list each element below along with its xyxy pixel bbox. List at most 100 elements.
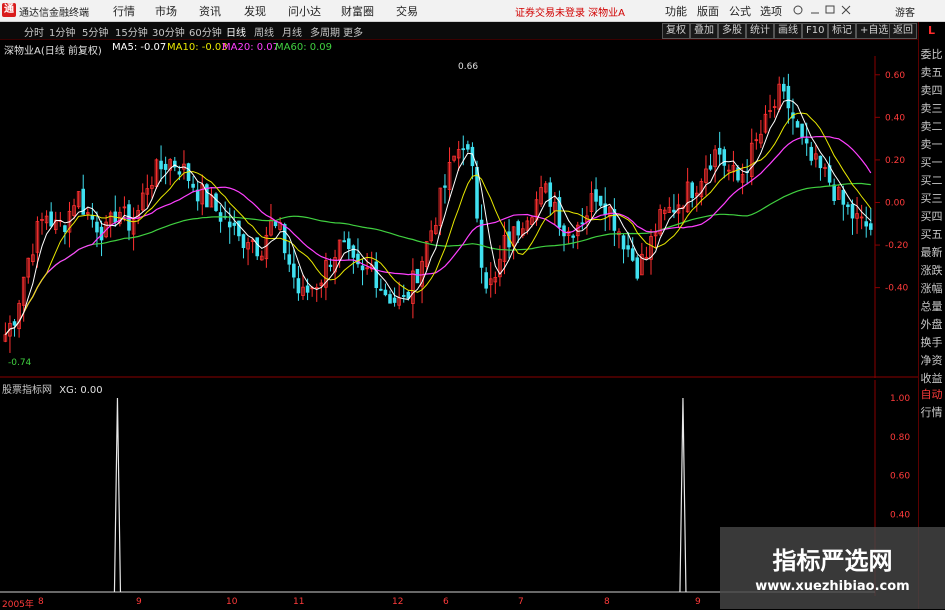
period-intraday[interactable]: 分时 xyxy=(24,24,44,39)
candle-body xyxy=(328,264,333,267)
indicator-tick-label: 1.00 xyxy=(890,394,910,404)
candle-body xyxy=(282,224,287,254)
candle-body xyxy=(594,189,598,202)
menu-news[interactable]: 资讯 xyxy=(199,3,221,19)
ma60-line xyxy=(4,182,871,336)
add-watchlist-button[interactable]: +自选 xyxy=(856,23,893,39)
menu-wealth-circle[interactable]: 财富圈 xyxy=(341,3,374,19)
price-axis: 0.60 0.40 0.20 0.00 -0.20 -0.40 xyxy=(875,71,909,294)
candle-body xyxy=(63,225,67,233)
date-label: 12 xyxy=(392,597,404,607)
candle-body xyxy=(484,272,488,289)
period-multi[interactable]: 多周期 xyxy=(310,24,340,39)
candle-body xyxy=(598,195,603,206)
period-30min[interactable]: 30分钟 xyxy=(152,24,185,39)
draw-line-button[interactable]: 画线 xyxy=(774,23,802,39)
kline-chart[interactable]: 0.60 0.40 0.20 0.00 -0.20 -0.40 0.66 -0.74 xyxy=(0,56,918,378)
f10-button[interactable]: F10 xyxy=(802,23,829,39)
watermark-title: 指标严选网 xyxy=(772,547,893,575)
period-daily[interactable]: 日线 xyxy=(226,24,246,39)
maximize-icon[interactable] xyxy=(825,5,835,14)
menu-discover[interactable]: 发现 xyxy=(244,3,266,19)
menu-market[interactable]: 市场 xyxy=(155,3,177,19)
menu-functions[interactable]: 功能 xyxy=(665,3,687,19)
panel-item-ask2: 卖二 xyxy=(920,120,943,133)
multi-stock-button[interactable]: 多股 xyxy=(718,23,746,39)
menu-ask-assistant[interactable]: 问小达 xyxy=(288,3,321,19)
candle-body xyxy=(342,240,346,243)
price-tick-label: -0.40 xyxy=(885,284,909,294)
signal-spike xyxy=(679,397,687,593)
period-5min[interactable]: 5分钟 xyxy=(82,24,108,39)
menu-layout[interactable]: 版面 xyxy=(697,3,719,19)
candles xyxy=(3,73,873,353)
panel-item-change: 涨跌 xyxy=(920,264,943,277)
candle-body xyxy=(360,265,365,271)
candle-body xyxy=(95,221,99,233)
panel-item-bid4: 买四 xyxy=(920,210,943,223)
mark-button[interactable]: 标记 xyxy=(828,23,856,39)
period-60min[interactable]: 60分钟 xyxy=(189,24,222,39)
candle-body xyxy=(177,171,182,175)
candle-body xyxy=(635,257,640,279)
signal-spike xyxy=(113,397,122,593)
watermark-url: www.xuezhibiao.com xyxy=(755,579,910,594)
period-15min[interactable]: 15分钟 xyxy=(115,24,148,39)
candle-body xyxy=(49,211,53,227)
overlay-button[interactable]: 叠加 xyxy=(690,23,718,39)
user-label[interactable]: 游客 xyxy=(895,4,915,19)
price-tick-label: 0.20 xyxy=(885,156,905,166)
date-label: 11 xyxy=(293,597,305,607)
candle-body xyxy=(347,238,351,250)
period-1min[interactable]: 1分钟 xyxy=(49,24,75,39)
panel-item-quotes[interactable]: 行情 xyxy=(918,404,945,422)
candle-body xyxy=(630,248,635,261)
panel-item-commission-ratio: 委比 xyxy=(920,48,943,61)
stock-title[interactable]: 深物业A(日线 前复权) xyxy=(4,42,102,57)
candle-body xyxy=(869,223,873,230)
watermark: 指标严选网 www.xuezhibiao.com xyxy=(720,527,945,609)
menu-formula[interactable]: 公式 xyxy=(729,3,751,19)
panel-item-bid3: 买三 xyxy=(920,192,943,205)
candle-body xyxy=(374,261,379,289)
candle-body xyxy=(626,245,630,250)
candle-body xyxy=(832,184,836,202)
app-logo-icon: 通 xyxy=(2,3,16,17)
candle-body xyxy=(383,289,388,296)
period-monthly[interactable]: 月线 xyxy=(282,24,302,39)
candle-body xyxy=(296,278,301,294)
period-more[interactable]: 更多 xyxy=(343,24,363,39)
candle-body xyxy=(351,245,356,258)
help-icon[interactable] xyxy=(793,5,803,15)
candle-body xyxy=(401,295,406,297)
panel-item-auto[interactable]: 自动 xyxy=(918,386,945,404)
close-icon[interactable] xyxy=(841,5,851,15)
candle-body xyxy=(516,221,520,236)
menu-trade[interactable]: 交易 xyxy=(396,3,418,19)
candle-body xyxy=(292,263,296,278)
candle-body xyxy=(809,146,814,161)
adjust-button[interactable]: 复权 xyxy=(662,23,690,39)
login-notice[interactable]: 证券交易未登录 深物业A xyxy=(515,4,625,19)
panel-item-turnover: 换手 xyxy=(920,336,943,349)
candle-body xyxy=(191,183,195,188)
statistics-button[interactable]: 统计 xyxy=(746,23,774,39)
menu-market-quotes[interactable]: 行情 xyxy=(113,3,135,19)
candle-body xyxy=(379,288,383,291)
period-weekly[interactable]: 周线 xyxy=(254,24,274,39)
candle-body xyxy=(466,144,470,150)
back-button[interactable]: 返回 xyxy=(889,23,917,39)
candle-body xyxy=(841,189,846,205)
candle-body xyxy=(90,215,95,220)
panel-item-ask1: 卖一 xyxy=(920,138,943,151)
candle-body xyxy=(195,189,200,202)
menu-options[interactable]: 选项 xyxy=(760,3,782,19)
date-label: 9 xyxy=(136,597,142,607)
candle-body xyxy=(392,297,397,303)
candle-body xyxy=(804,138,809,144)
panel-tab-L[interactable]: L xyxy=(918,22,945,40)
panel-item-ask5: 卖五 xyxy=(920,66,943,79)
candle-body xyxy=(305,285,310,293)
date-label: 9 xyxy=(695,597,701,607)
panel-item-ask4: 卖四 xyxy=(920,84,943,97)
